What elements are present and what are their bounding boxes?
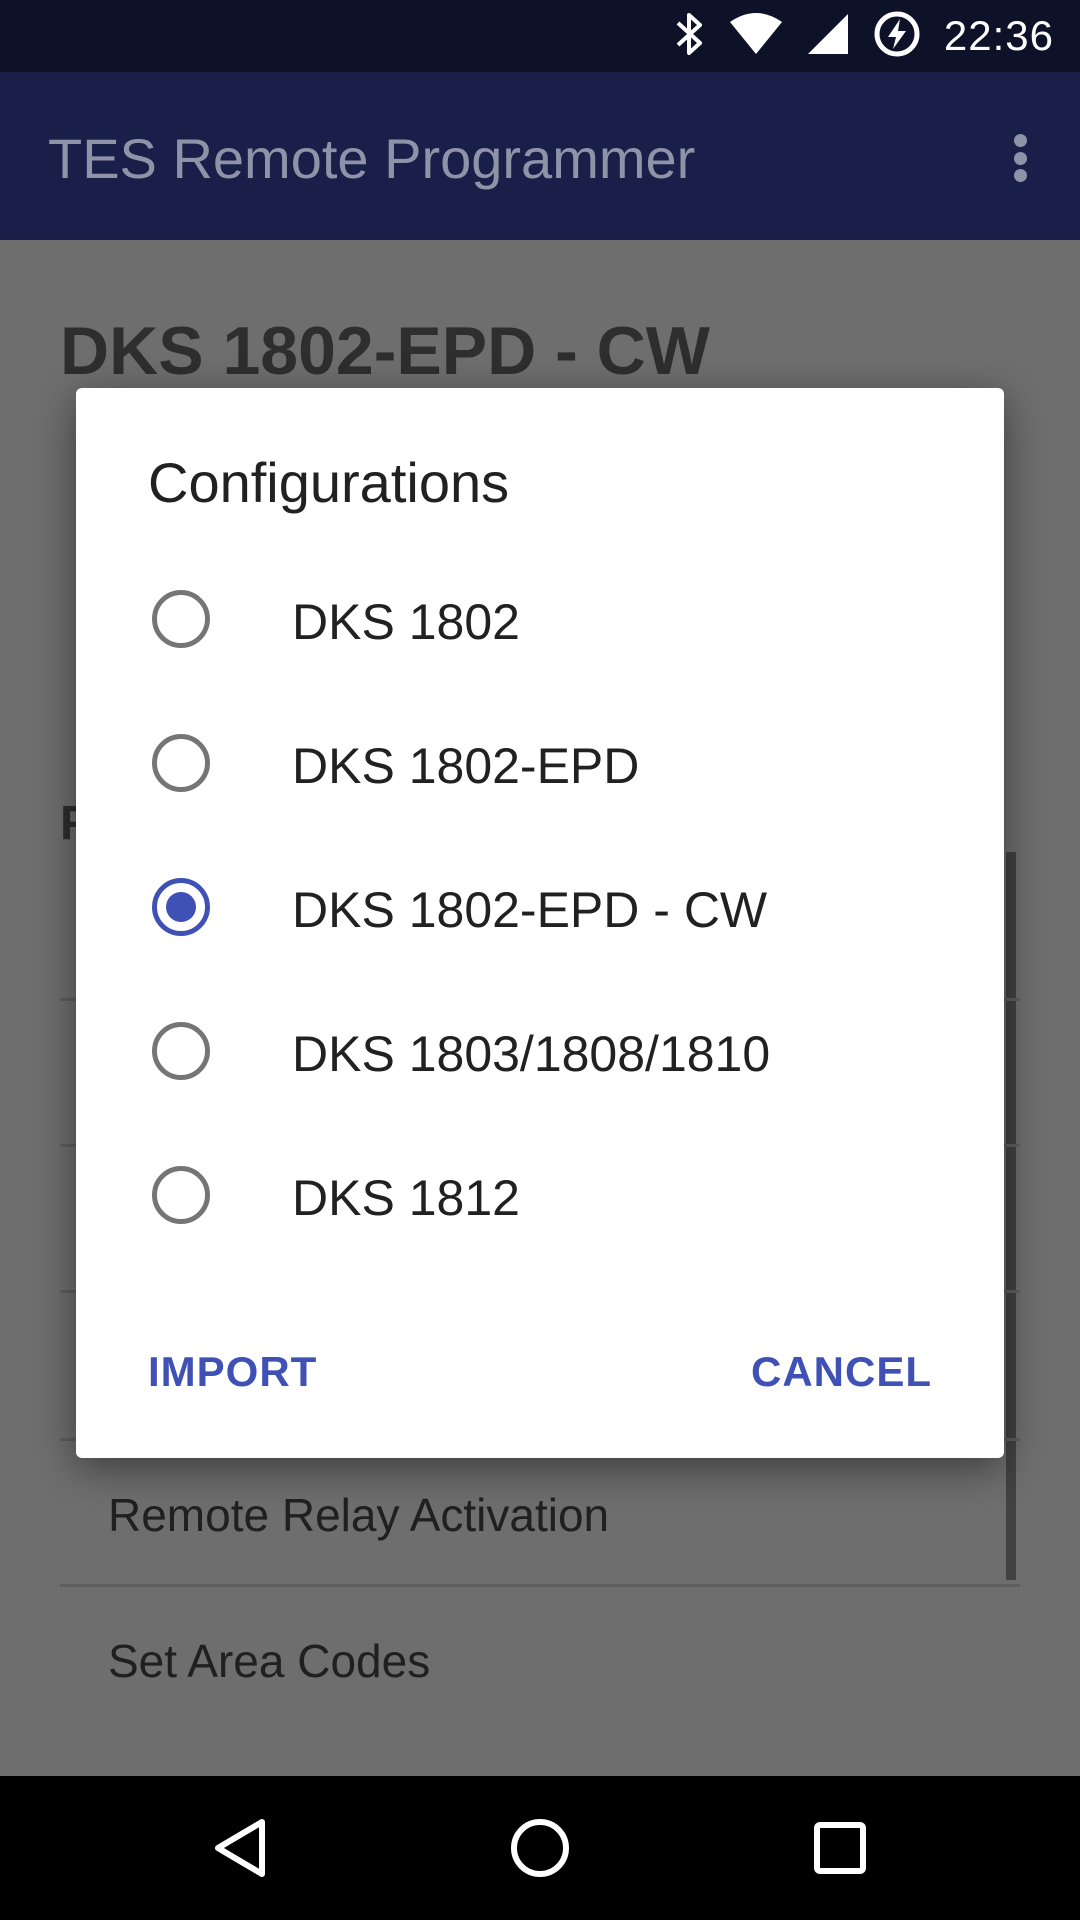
menu-item-set-area-codes[interactable]: Set Area Codes: [108, 1634, 430, 1688]
option-dks-1802-epd-cw[interactable]: DKS 1802-EPD - CW: [76, 835, 1004, 979]
option-label: DKS 1802-EPD - CW: [292, 882, 768, 938]
wifi-icon: [728, 12, 784, 61]
radio-button[interactable]: [152, 1166, 210, 1224]
option-label: DKS 1803/1808/1810: [292, 1026, 771, 1082]
import-button[interactable]: IMPORT: [148, 1348, 317, 1396]
option-label: DKS 1802-EPD: [292, 738, 640, 794]
radio-button[interactable]: [152, 590, 210, 648]
radio-button[interactable]: [152, 1022, 210, 1080]
status-time: 22:36: [943, 12, 1054, 59]
app-bar: TES Remote Programmer: [0, 72, 1080, 240]
radio-button[interactable]: [152, 734, 210, 792]
option-label: DKS 1812: [292, 1170, 520, 1226]
device-title: DKS 1802-EPD - CW: [60, 313, 710, 389]
configurations-dialog: Configurations DKS 1802 DKS 1802-EPD DKS…: [76, 388, 1004, 1458]
option-dks-1803-1808-1810[interactable]: DKS 1803/1808/1810: [76, 979, 1004, 1123]
option-label: DKS 1802: [292, 594, 520, 650]
recents-icon[interactable]: [804, 1812, 876, 1884]
more-vert-icon[interactable]: [990, 128, 1050, 188]
divider: [60, 1584, 1020, 1587]
menu-item-remote-relay-activation[interactable]: Remote Relay Activation: [108, 1488, 609, 1542]
scrollbar: [1006, 852, 1016, 1580]
option-dks-1812[interactable]: DKS 1812: [76, 1123, 1004, 1267]
status-bar: 22:36: [0, 0, 1080, 72]
battery-charging-icon: [872, 9, 922, 64]
home-icon[interactable]: [504, 1812, 576, 1884]
app-title: TES Remote Programmer: [48, 127, 696, 190]
option-dks-1802-epd[interactable]: DKS 1802-EPD: [76, 691, 1004, 835]
dialog-title: Configurations: [148, 451, 510, 514]
status-icons: 22:36: [672, 0, 1054, 72]
back-icon[interactable]: [204, 1812, 276, 1884]
cancel-button[interactable]: CANCEL: [751, 1348, 932, 1396]
option-dks-1802[interactable]: DKS 1802: [76, 547, 1004, 691]
radio-button-selected[interactable]: [152, 878, 210, 936]
signal-icon: [806, 12, 850, 61]
bluetooth-icon: [672, 11, 706, 62]
navigation-bar: [0, 1776, 1080, 1920]
